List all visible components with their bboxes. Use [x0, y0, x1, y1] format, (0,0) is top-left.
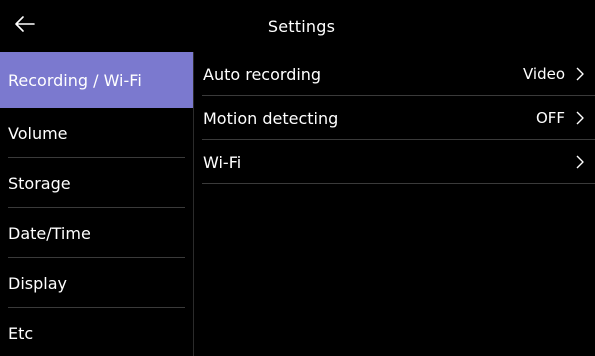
sidebar-item-recording-wifi[interactable]: Recording / Wi-Fi	[0, 52, 193, 108]
settings-screen: Settings Recording / Wi-Fi Volume Storag…	[0, 0, 595, 356]
sidebar-item-label: Display	[8, 273, 67, 293]
chevron-right-icon	[575, 110, 585, 126]
back-button[interactable]	[10, 11, 40, 41]
row-value: OFF	[535, 109, 565, 127]
wifi-row[interactable]: Wi-Fi	[194, 140, 595, 184]
chevron-right-icon	[575, 154, 585, 170]
page-title: Settings	[267, 16, 336, 36]
sidebar-item-label: Date/Time	[8, 223, 91, 243]
auto-recording-row[interactable]: Auto recording Video	[194, 52, 595, 96]
sidebar-item-label: Etc	[8, 323, 34, 343]
sidebar-item-date-time[interactable]: Date/Time	[0, 208, 193, 258]
sidebar-item-label: Recording / Wi-Fi	[8, 70, 142, 90]
row-value: Video	[522, 65, 565, 83]
header-bar: Settings	[0, 0, 595, 52]
sidebar-item-etc[interactable]: Etc	[0, 308, 193, 356]
sidebar-item-label: Storage	[8, 173, 71, 193]
settings-sidebar: Recording / Wi-Fi Volume Storage Date/Ti…	[0, 52, 193, 356]
sidebar-item-storage[interactable]: Storage	[0, 158, 193, 208]
motion-detecting-row[interactable]: Motion detecting OFF	[194, 96, 595, 140]
divider	[202, 183, 595, 184]
sidebar-item-display[interactable]: Display	[0, 258, 193, 308]
sidebar-item-label: Volume	[8, 123, 68, 143]
chevron-right-icon	[575, 66, 585, 82]
sidebar-item-volume[interactable]: Volume	[0, 108, 193, 158]
row-label: Wi-Fi	[203, 152, 242, 172]
row-label: Motion detecting	[203, 108, 339, 128]
settings-list: Auto recording Video Motion detecting OF…	[194, 52, 595, 356]
row-label: Auto recording	[203, 64, 322, 84]
back-arrow-icon	[14, 15, 36, 37]
